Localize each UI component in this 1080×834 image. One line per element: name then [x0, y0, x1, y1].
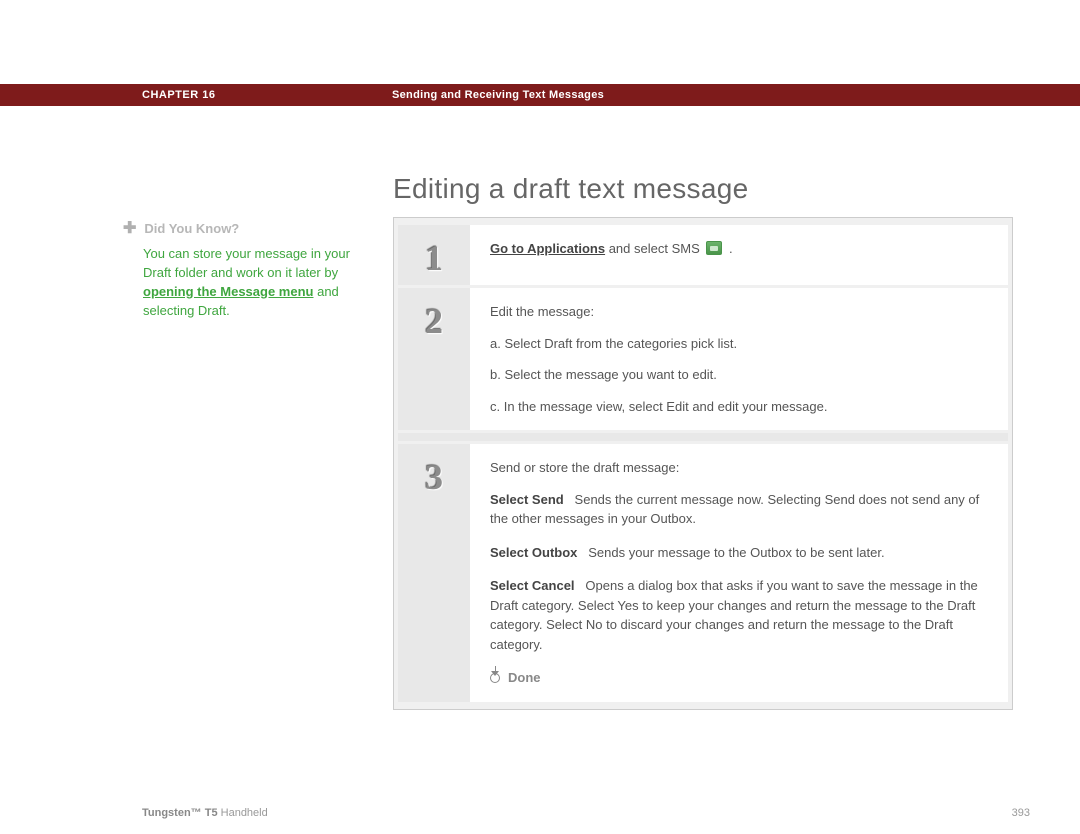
- did-you-know-body: You can store your message in your Draft…: [123, 245, 358, 320]
- footer: Tungsten™ T5 Handheld 393: [142, 805, 1030, 822]
- step-3: 3 Send or store the draft message: Selec…: [398, 444, 1008, 702]
- page-number: 393: [1012, 805, 1030, 822]
- did-you-know-sidebar: ✚ Did You Know? You can store your messa…: [123, 217, 358, 320]
- step-number: 1: [398, 231, 470, 285]
- product-name: Tungsten™ T5 Handheld: [142, 805, 268, 822]
- step3-intro: Send or store the draft message:: [490, 458, 990, 478]
- product-rest: Handheld: [218, 807, 268, 819]
- done-indicator: Done: [490, 668, 990, 688]
- chapter-label: CHAPTER 16: [142, 87, 392, 104]
- product-bold: Tungsten™ T5: [142, 807, 218, 819]
- section-title: Sending and Receiving Text Messages: [392, 87, 604, 104]
- header-bar: CHAPTER 16 Sending and Receiving Text Me…: [0, 84, 1080, 106]
- sms-app-icon: [706, 241, 722, 255]
- step-divider: [398, 433, 1008, 441]
- step2-c: c. In the message view, select Edit and …: [490, 397, 990, 417]
- step-body: Send or store the draft message: Select …: [470, 444, 1008, 702]
- select-cancel-label: Select Cancel: [490, 578, 575, 593]
- step-number-cell: 3: [398, 444, 470, 702]
- step1-suffix: and select SMS: [605, 241, 703, 256]
- select-outbox-label: Select Outbox: [490, 545, 577, 560]
- step1-period: .: [725, 241, 732, 256]
- go-to-applications-link[interactable]: Go to Applications: [490, 241, 605, 256]
- select-send-text: Sends the current message now. Selecting…: [490, 492, 979, 527]
- step2-intro: Edit the message:: [490, 302, 990, 322]
- step3-option-send: Select Send Sends the current message no…: [490, 490, 990, 529]
- done-label: Done: [508, 668, 541, 688]
- did-you-know-heading: ✚ Did You Know?: [123, 217, 358, 241]
- did-you-know-label: Did You Know?: [144, 219, 239, 239]
- select-send-label: Select Send: [490, 492, 564, 507]
- plus-icon: ✚: [123, 217, 136, 241]
- step3-option-cancel: Select Cancel Opens a dialog box that as…: [490, 576, 990, 654]
- step-body: Go to Applications and select SMS .: [470, 225, 1008, 285]
- step-body: Edit the message: a. Select Draft from t…: [470, 288, 1008, 430]
- steps-panel: 1 Go to Applications and select SMS . 2 …: [393, 217, 1013, 710]
- done-arrow-icon: [490, 673, 500, 683]
- step-2: 2 Edit the message: a. Select Draft from…: [398, 288, 1008, 430]
- step-1: 1 Go to Applications and select SMS .: [398, 225, 1008, 285]
- step-number-cell: 2: [398, 288, 470, 430]
- dyk-text-prefix: You can store your message in your Draft…: [143, 246, 350, 280]
- step2-a: a. Select Draft from the categories pick…: [490, 334, 990, 354]
- step-number: 3: [398, 450, 470, 504]
- page-title: Editing a draft text message: [393, 168, 748, 210]
- step-number: 2: [398, 294, 470, 348]
- dyk-link[interactable]: opening the Message menu: [143, 284, 313, 299]
- select-outbox-text: Sends your message to the Outbox to be s…: [588, 545, 884, 560]
- step3-option-outbox: Select Outbox Sends your message to the …: [490, 543, 990, 563]
- step-number-cell: 1: [398, 225, 470, 285]
- step2-b: b. Select the message you want to edit.: [490, 365, 990, 385]
